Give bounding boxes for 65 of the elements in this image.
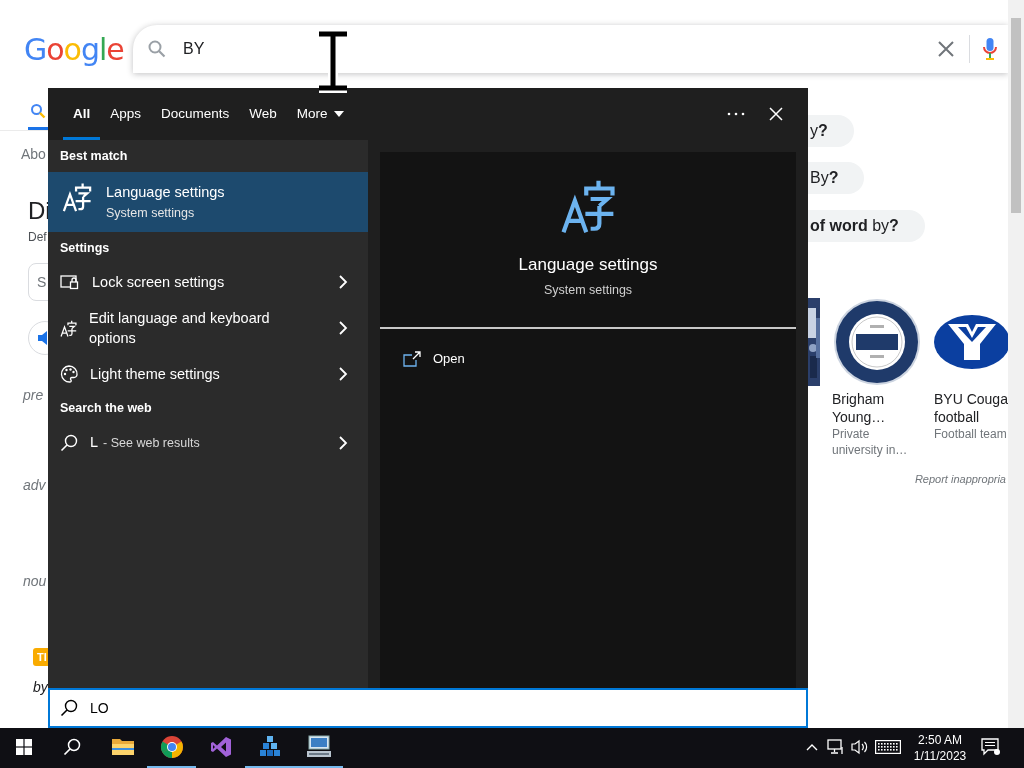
search-icon bbox=[147, 39, 167, 59]
close-icon bbox=[769, 107, 783, 121]
word-class-label: adv bbox=[23, 476, 46, 494]
network-icon bbox=[827, 739, 845, 755]
word-class-label: nou bbox=[23, 572, 47, 590]
question-chip[interactable]: By? bbox=[808, 162, 865, 194]
computer-icon bbox=[305, 735, 332, 759]
search-tab-icon[interactable] bbox=[30, 103, 46, 119]
question-chip[interactable]: y? bbox=[808, 115, 854, 147]
section-heading: Search the web bbox=[59, 400, 153, 416]
example-text: by bbox=[33, 678, 48, 696]
clear-icon[interactable] bbox=[937, 40, 955, 58]
result-item[interactable]: Language settings System settings bbox=[48, 172, 368, 232]
more-options-icon bbox=[727, 112, 745, 116]
filter-tab[interactable]: Web bbox=[239, 88, 287, 140]
clock[interactable]: 2:50 AM 1/11/2023 bbox=[904, 728, 976, 768]
chrome-logo-icon bbox=[159, 735, 184, 759]
result-item[interactable]: Light theme settings bbox=[48, 356, 368, 392]
question-chip[interactable]: of word by? bbox=[808, 210, 925, 242]
result-item[interactable]: L - See web results bbox=[48, 424, 368, 461]
preview-subtitle: System settings bbox=[543, 282, 633, 299]
entity-title[interactable]: Young… bbox=[832, 408, 922, 426]
search-bar[interactable]: BY bbox=[133, 25, 1008, 73]
search-field[interactable]: BY bbox=[181, 36, 937, 62]
lock-screen-icon bbox=[60, 274, 80, 290]
filter-tab[interactable]: Documents bbox=[151, 88, 240, 140]
google-logo[interactable]: Google bbox=[24, 33, 133, 67]
result-item[interactable]: Lock screen settings bbox=[48, 264, 368, 300]
folder-icon bbox=[110, 737, 135, 757]
search-field[interactable]: LO bbox=[88, 696, 806, 720]
preview-title: Language settings bbox=[518, 254, 658, 276]
speaker-icon bbox=[851, 739, 869, 755]
word-class-label: pre bbox=[23, 386, 44, 404]
palette-icon bbox=[60, 365, 78, 383]
language-icon bbox=[62, 182, 92, 212]
chevron-up-icon bbox=[806, 743, 818, 751]
filter-tab[interactable]: Apps bbox=[100, 88, 152, 140]
entity-description: Football team bbox=[934, 426, 1008, 442]
entity-title[interactable]: football bbox=[934, 408, 1010, 426]
keyboard-icon bbox=[875, 740, 901, 754]
tab-link[interactable]: Abo bbox=[21, 145, 46, 163]
entity-title[interactable]: Brigham bbox=[832, 390, 922, 408]
language-icon bbox=[60, 319, 77, 337]
caption-text: Def bbox=[28, 229, 47, 245]
report-link[interactable]: Report inappropria bbox=[914, 471, 1006, 488]
microphone-icon[interactable] bbox=[982, 37, 998, 61]
open-action[interactable]: Open bbox=[403, 343, 465, 375]
notification-icon bbox=[981, 738, 1001, 756]
windows-logo-icon bbox=[16, 739, 32, 755]
entity-title[interactable]: BYU Couga bbox=[934, 390, 1010, 408]
search-icon bbox=[60, 699, 78, 717]
search-icon bbox=[60, 433, 78, 452]
filter-tab[interactable]: More bbox=[286, 88, 354, 140]
cubes-icon bbox=[258, 735, 281, 759]
section-heading: Best match bbox=[59, 148, 129, 164]
search-icon bbox=[63, 738, 81, 756]
infinity-logo-icon bbox=[209, 736, 232, 758]
scrollbar[interactable] bbox=[1008, 0, 1024, 728]
open-icon bbox=[403, 350, 421, 367]
search-bar[interactable]: LO bbox=[48, 688, 808, 728]
entity-description: university in… bbox=[832, 442, 909, 458]
entity-description: Private bbox=[832, 426, 871, 442]
language-icon bbox=[560, 178, 616, 234]
result-item[interactable]: Edit language and keyboard options bbox=[48, 300, 368, 356]
section-heading: Settings bbox=[59, 240, 111, 256]
